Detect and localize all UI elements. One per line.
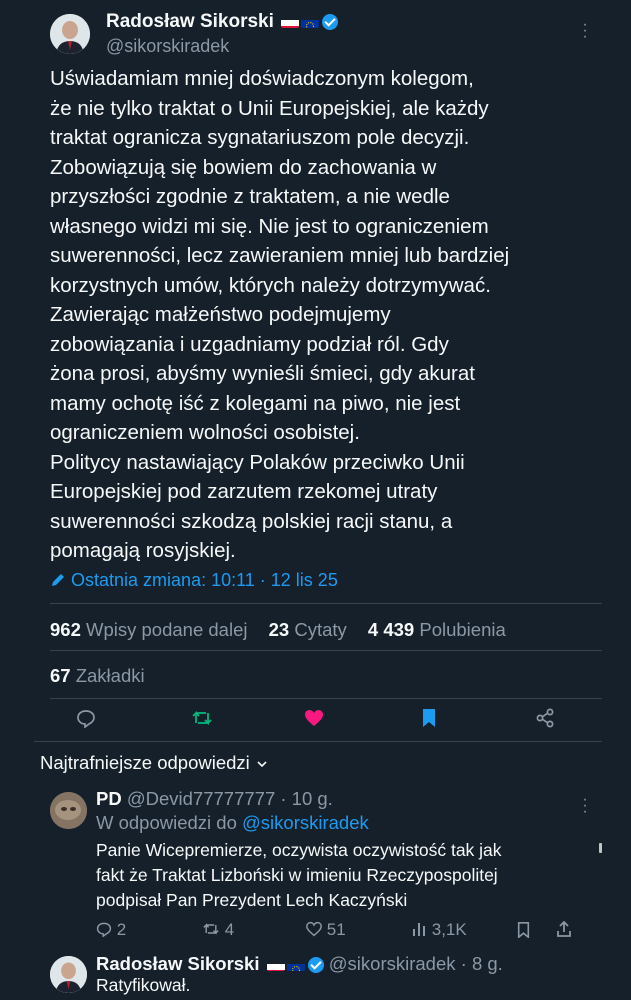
author-avatar[interactable] (50, 14, 90, 54)
like-icon[interactable] (304, 708, 324, 728)
reply-share-icon[interactable] (556, 920, 572, 938)
reply-author-name[interactable]: PD (96, 788, 122, 809)
quotes-stat[interactable]: 23 Cytaty (269, 619, 347, 640)
edited-link[interactable]: Ostatnia zmiana: 10:11 · 12 lis 25 (50, 570, 338, 591)
reply-to-line: W odpowiedzi do @sikorskiradek (96, 812, 369, 833)
reply2-author-name[interactable]: Radosław Sikorski (96, 953, 259, 974)
verified-badge-icon (307, 957, 324, 974)
tweet-body: Uświadamiam mniej doświadczonym kolegom,… (50, 67, 510, 562)
bookmarks-stat[interactable]: 67 Zakładki (50, 665, 145, 687)
more-options-icon[interactable]: · · · (578, 17, 592, 45)
reply-bookmark-icon[interactable] (517, 922, 530, 938)
author-handle[interactable]: @sikorskiradek (106, 36, 229, 57)
eu-flag-icon (301, 16, 320, 28)
replies-sort-label: Najtrafniejsze odpowiedzi (40, 752, 250, 773)
reply2-time[interactable]: · 8 g. (461, 953, 503, 974)
reply2-text: Ratyfikował. (96, 975, 191, 995)
heart-icon (306, 921, 322, 937)
author-name[interactable]: Radosław Sikorski (106, 11, 274, 32)
reply-replies-action[interactable]: 2 (96, 920, 126, 940)
reply-time[interactable]: · 10 g. (280, 788, 332, 809)
reply-reposts-action[interactable]: 4 (202, 920, 234, 940)
scrollbar-thumb[interactable] (599, 843, 602, 853)
reply2-author-handle[interactable]: @sikorskiradek (329, 953, 456, 974)
views-chart-icon (411, 921, 427, 937)
replies-sort-dropdown[interactable]: Najtrafniejsze odpowiedzi (40, 752, 267, 774)
reply-views-action[interactable]: 3,1K (411, 920, 467, 940)
repost-icon[interactable] (191, 708, 213, 728)
reply-author-handle[interactable]: @Devid77777777 (127, 788, 275, 809)
reply-to-link[interactable]: @sikorskiradek (242, 812, 369, 833)
repost-icon (202, 921, 220, 937)
reply2-avatar[interactable] (50, 956, 87, 993)
reply-icon (96, 921, 112, 937)
chevron-down-icon (257, 760, 267, 768)
reply-more-options-icon[interactable]: · · · (578, 792, 592, 820)
reply-avatar[interactable] (50, 792, 87, 829)
verified-badge-icon (322, 13, 339, 30)
reply-text: Panie Wicepremierze, oczywista oczywisto… (96, 840, 502, 910)
reply-likes-action[interactable]: 51 (306, 920, 346, 940)
reply-icon[interactable] (76, 708, 96, 728)
reposts-stat[interactable]: 962 Wpisy podane dalej (50, 619, 247, 640)
pencil-icon (50, 572, 66, 588)
share-icon[interactable] (535, 708, 555, 728)
bookmark-icon[interactable] (421, 708, 437, 728)
eu-flag-icon (286, 959, 305, 972)
poland-flag-icon (281, 16, 300, 28)
likes-stat[interactable]: 4 439 Polubienia (368, 619, 506, 640)
edited-label: Ostatnia zmiana: 10:11 · 12 lis 25 (71, 570, 338, 590)
poland-flag-icon (266, 959, 285, 972)
